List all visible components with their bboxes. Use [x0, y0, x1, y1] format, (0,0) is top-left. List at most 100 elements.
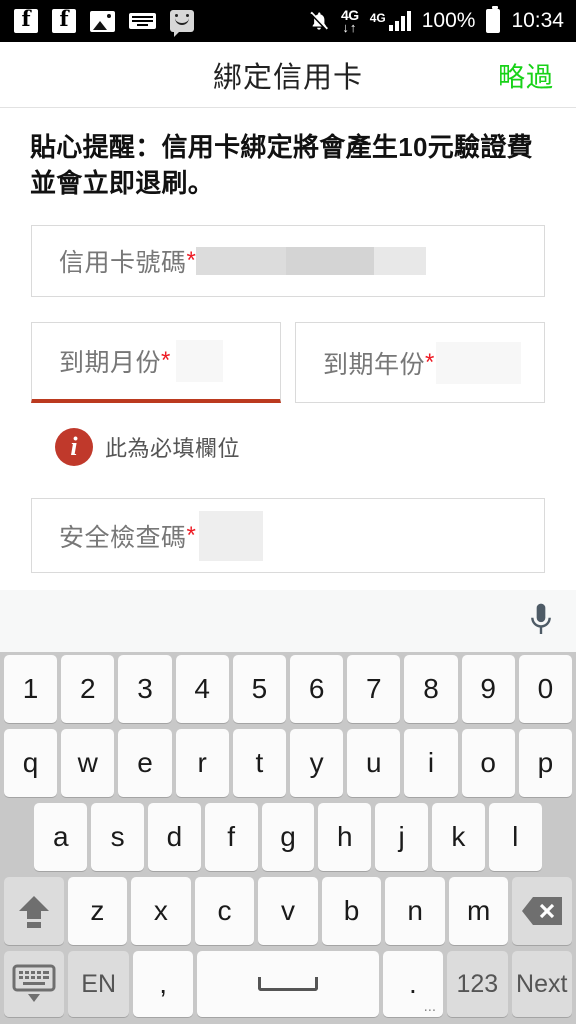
keyboard-row-bottom: EN , . ... 123 Next: [0, 948, 576, 1020]
key-t[interactable]: t: [232, 729, 286, 797]
next-key[interactable]: Next: [511, 951, 572, 1017]
expiry-year-label: 到期年份: [323, 350, 426, 379]
photo-icon: [90, 10, 115, 32]
app-header: 綁定信用卡 略過: [0, 42, 576, 108]
key-j[interactable]: j: [375, 803, 428, 871]
keyboard-row-numbers: 1 2 3 4 5 6 7 8 9 0: [0, 652, 576, 726]
status-bar: 4G ↓↑ 4G 100% 10:34: [0, 0, 576, 42]
keyboard-row-top: q w e r t y u i o p: [0, 726, 576, 800]
required-asterisk: *: [186, 521, 196, 549]
key-6[interactable]: 6: [290, 655, 344, 723]
microphone-icon[interactable]: [528, 602, 554, 640]
space-key[interactable]: [197, 951, 379, 1017]
key-1[interactable]: 1: [3, 655, 58, 723]
info-icon: i: [55, 428, 93, 466]
shift-key[interactable]: [3, 877, 64, 945]
redacted-block: [285, 247, 374, 275]
facebook-icon: [52, 6, 76, 33]
key-d[interactable]: d: [148, 803, 201, 871]
skip-button[interactable]: 略過: [498, 55, 554, 94]
backspace-icon: [521, 896, 563, 926]
key-h[interactable]: h: [318, 803, 372, 871]
period-key[interactable]: . ...: [382, 951, 444, 1017]
key-s[interactable]: s: [91, 803, 144, 871]
key-7[interactable]: 7: [347, 655, 401, 723]
numeric-key[interactable]: 123: [447, 951, 508, 1017]
redacted-block: [373, 247, 426, 275]
shift-arrow-icon: [17, 893, 51, 929]
data-arrows-icon: ↓↑: [342, 20, 358, 35]
expiry-month-field[interactable]: 到期月份 *: [31, 322, 281, 403]
redacted-block: [195, 247, 286, 275]
period-more-label: ...: [423, 998, 437, 1015]
key-a[interactable]: a: [34, 803, 88, 871]
keyboard-icon: [129, 13, 156, 29]
key-y[interactable]: y: [290, 729, 344, 797]
keyboard-row-home: a s d f g h j k l: [0, 800, 576, 874]
key-r[interactable]: r: [175, 729, 229, 797]
key-g[interactable]: g: [261, 803, 315, 871]
key-c[interactable]: c: [194, 877, 255, 945]
bell-off-icon: [308, 9, 330, 33]
language-key[interactable]: EN: [68, 951, 129, 1017]
hide-keyboard-key[interactable]: [4, 951, 65, 1017]
key-b[interactable]: b: [321, 877, 382, 945]
key-f[interactable]: f: [204, 803, 258, 871]
key-p[interactable]: p: [518, 729, 573, 797]
row-spacer: [4, 803, 30, 871]
page-title: 綁定信用卡: [212, 61, 363, 94]
space-bar-icon: [257, 977, 318, 991]
data-network-indicator: 4G ↓↑: [341, 8, 359, 34]
notice-text: 貼心提醒：信用卡綁定將會產生10元驗證費並會立即退刷。: [30, 132, 533, 198]
required-asterisk: *: [425, 348, 435, 376]
key-x[interactable]: x: [131, 877, 191, 945]
key-i[interactable]: i: [404, 729, 458, 797]
key-o[interactable]: o: [461, 729, 515, 797]
status-bar-left: [14, 6, 208, 37]
backspace-key[interactable]: [512, 877, 573, 945]
key-2[interactable]: 2: [61, 655, 115, 723]
suggestion-strip: [0, 590, 576, 652]
facebook-icon: [14, 6, 38, 33]
phone-screen: 4G ↓↑ 4G 100% 10:34 綁定信用卡 略過 貼心提醒：信用卡綁定將…: [0, 0, 576, 1024]
key-9[interactable]: 9: [461, 655, 515, 723]
required-asterisk: *: [161, 347, 171, 374]
key-l[interactable]: l: [488, 803, 542, 871]
key-m[interactable]: m: [448, 877, 509, 945]
signal-network-label: 4G: [369, 11, 386, 25]
key-5[interactable]: 5: [232, 655, 286, 723]
card-number-label: 信用卡號碼: [59, 249, 187, 277]
security-code-field[interactable]: 安全檢查碼 *: [31, 498, 545, 573]
key-z[interactable]: z: [67, 877, 128, 945]
key-8[interactable]: 8: [404, 655, 458, 723]
battery-percent-label: 100%: [421, 9, 476, 32]
validation-error-message: 此為必填欄位: [105, 436, 241, 461]
key-e[interactable]: e: [118, 729, 172, 797]
period-label: .: [408, 968, 417, 999]
expiry-year-input[interactable]: [436, 341, 522, 384]
key-0[interactable]: 0: [518, 655, 573, 723]
battery-icon: [486, 6, 501, 33]
messenger-smiley-icon: [170, 10, 194, 37]
key-n[interactable]: n: [385, 877, 445, 945]
key-4[interactable]: 4: [175, 655, 229, 723]
key-3[interactable]: 3: [118, 655, 172, 723]
signal-strength-icon: 4G: [370, 11, 411, 31]
key-v[interactable]: v: [258, 877, 318, 945]
expiry-month-input[interactable]: [176, 340, 224, 382]
key-w[interactable]: w: [61, 729, 115, 797]
key-q[interactable]: q: [3, 729, 58, 797]
card-number-field[interactable]: 信用卡號碼 *: [31, 225, 545, 297]
comma-key[interactable]: ,: [132, 951, 194, 1017]
keyboard-row-shift: z x c v b n m: [0, 874, 576, 948]
key-k[interactable]: k: [431, 803, 485, 871]
key-u[interactable]: u: [347, 729, 401, 797]
required-asterisk: *: [186, 247, 196, 274]
clock-label: 10:34: [511, 9, 564, 32]
validation-error: i 此為必填欄位: [55, 428, 240, 466]
security-code-input[interactable]: [198, 510, 263, 561]
status-bar-right: 4G ↓↑ 4G 100% 10:34: [297, 6, 564, 34]
expiry-year-field[interactable]: 到期年份 *: [295, 322, 545, 403]
expiry-month-label: 到期月份: [59, 349, 162, 377]
row-spacer: [546, 803, 572, 871]
